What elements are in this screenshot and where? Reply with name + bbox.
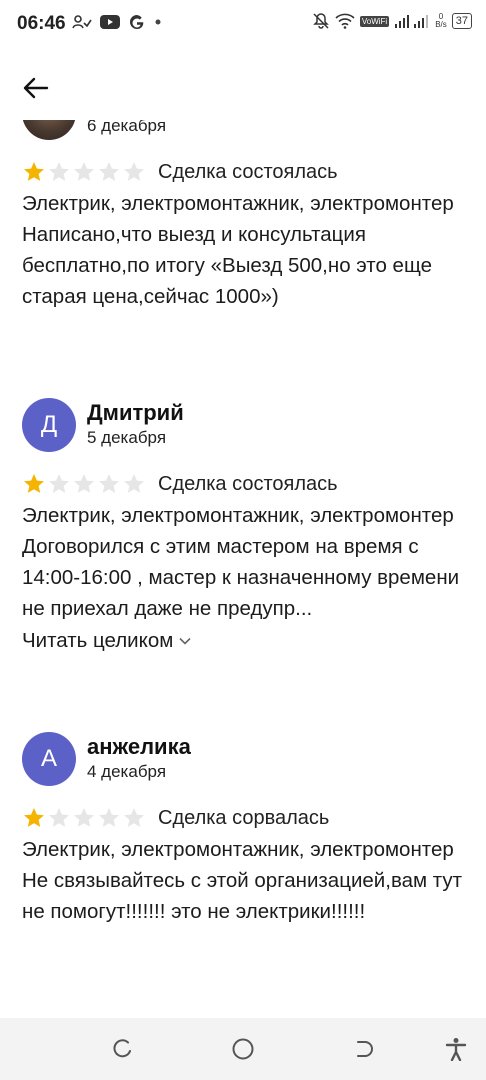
- status-bar: 06:46 VoWiFi 0 B/s 37: [0, 0, 486, 50]
- review-card: 6 декабря Сделка состоялась Электрик, эл…: [0, 120, 486, 312]
- star-filled-icon: [24, 162, 44, 181]
- read-more-label: Читать целиком: [22, 629, 174, 652]
- read-more-link[interactable]: Читать целиком: [0, 624, 486, 658]
- star-empty-icon: [49, 474, 69, 493]
- back-nav-icon: [357, 1041, 373, 1057]
- review-text: Не связывайтесь с этой организацией,вам …: [22, 869, 463, 923]
- star-empty-icon: [74, 808, 94, 827]
- deal-status: Сделка состоялась: [158, 472, 338, 495]
- review-date: 4 декабря: [87, 762, 167, 781]
- review-header: А анжелика 4 декабря: [0, 732, 486, 802]
- review-date: 5 декабря: [87, 428, 167, 447]
- star-empty-icon: [74, 162, 94, 181]
- star-empty-icon: [49, 808, 69, 827]
- system-nav-bar: [0, 1018, 486, 1080]
- star-rating: [22, 472, 146, 496]
- deal-status: Сделка сорвалась: [158, 806, 330, 829]
- star-empty-icon: [74, 474, 94, 493]
- avatar[interactable]: Д: [22, 398, 76, 452]
- google-icon: [130, 15, 144, 29]
- battery-indicator: 37: [451, 13, 472, 29]
- star-empty-icon: [99, 474, 119, 493]
- star-rating: [22, 806, 146, 830]
- home-icon: [232, 1038, 254, 1060]
- rating-row: Сделка состоялась: [0, 156, 486, 188]
- star-filled-icon: [24, 808, 44, 827]
- star-empty-icon: [49, 162, 69, 181]
- review-header: 6 декабря: [0, 120, 486, 156]
- wifi-icon: [335, 13, 355, 29]
- signal-icon: [395, 15, 429, 28]
- avatar[interactable]: А: [22, 732, 76, 786]
- mute-icon: [313, 13, 329, 29]
- recents-icon: [113, 1039, 131, 1058]
- review-header: Д Дмитрий 5 декабря: [0, 398, 486, 468]
- rating-row: Сделка состоялась: [0, 468, 486, 500]
- star-empty-icon: [99, 808, 119, 827]
- arrow-left-icon: [23, 77, 49, 99]
- star-empty-icon: [124, 162, 144, 181]
- star-empty-icon: [99, 162, 119, 181]
- service-category: Электрик, электромонтажник, электромонте…: [22, 192, 454, 215]
- service-category: Электрик, электромонтажник, электромонте…: [22, 504, 454, 527]
- home-button[interactable]: [229, 1035, 257, 1063]
- reviewer-name: анжелика: [87, 734, 191, 759]
- review-text: Написано,что выезд и консультация беспла…: [22, 223, 432, 308]
- deal-status: Сделка состоялась: [158, 160, 338, 183]
- back-button[interactable]: [14, 70, 58, 106]
- status-left-icons: [72, 13, 163, 31]
- status-right-icons: VoWiFi 0 B/s 37: [312, 12, 472, 30]
- accessibility-icon: [445, 1038, 467, 1061]
- recents-button[interactable]: [108, 1035, 136, 1063]
- net-speed: 0 B/s: [435, 12, 447, 29]
- review-card: Д Дмитрий 5 декабря Сделка состоялась Эл…: [0, 398, 486, 658]
- accessibility-button[interactable]: [442, 1035, 470, 1063]
- avatar[interactable]: [22, 120, 76, 140]
- chevron-down-icon: [179, 637, 191, 645]
- review-date: 6 декабря: [87, 120, 167, 135]
- review-text: Договорился с этим мастером на время с 1…: [22, 535, 460, 620]
- status-time: 06:46: [17, 13, 66, 34]
- back-nav-button[interactable]: [350, 1035, 378, 1063]
- call-forward-icon: [72, 15, 92, 29]
- star-empty-icon: [124, 474, 144, 493]
- service-category: Электрик, электромонтажник, электромонте…: [22, 838, 454, 861]
- review-card: А анжелика 4 декабря Сделка сорвалась Эл…: [0, 732, 486, 927]
- reviews-list[interactable]: 6 декабря Сделка состоялась Электрик, эл…: [0, 120, 486, 1018]
- app-bar: [0, 50, 486, 120]
- reviewer-name: Дмитрий: [87, 400, 184, 425]
- star-empty-icon: [124, 808, 144, 827]
- rating-row: Сделка сорвалась: [0, 802, 486, 834]
- notification-dot-icon: [155, 19, 161, 25]
- vowifi-badge: VoWiFi: [359, 15, 390, 27]
- star-filled-icon: [24, 474, 44, 493]
- youtube-icon: [100, 15, 120, 29]
- star-rating: [22, 160, 146, 184]
